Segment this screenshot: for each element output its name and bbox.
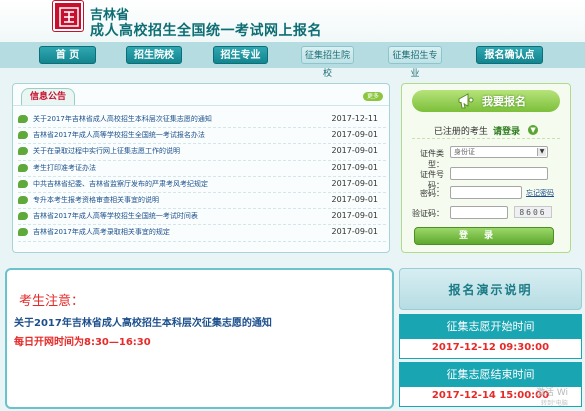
notice-box: 考生注意： 关于2017年吉林省成人高校招生本科层次征集志愿的通知 每日开网时间… [5, 268, 394, 409]
list-item: 吉林省2017年成人高等学校招生全国统一考试报名办法 2017-09-01 [18, 128, 386, 145]
nav-home[interactable]: 首 页 [39, 46, 96, 64]
id-type-select[interactable]: 身份证 ▼ [450, 146, 548, 158]
announcement-date: 2017-12-11 [331, 114, 379, 123]
speech-bubble-icon [18, 131, 28, 140]
announcement-tab[interactable]: 信息公告 [21, 88, 75, 105]
site-title: 成人高校招生全国统一考试网上报名 [90, 23, 322, 39]
id-type-value: 身份证 [454, 148, 475, 156]
register-panel: 我要报名 已注册的考生 请登录 ▼ 证件类型： 身份证 ▼ 证件号码： 密码： … [401, 83, 571, 253]
nav-majors[interactable]: 招生专业 [213, 46, 268, 64]
nav-supplementary-institutions[interactable]: 征集招生院校 [301, 46, 354, 79]
announcement-date: 2017-09-01 [331, 146, 379, 156]
nav-supplementary-majors[interactable]: 征集招生专业 [388, 46, 442, 79]
announcement-header: 信息公告 更多 [13, 84, 389, 106]
announcement-link[interactable]: 专升本考生报考资格审查相关事宜的说明 [33, 195, 159, 205]
demo-button[interactable]: 报名演示说明 [399, 268, 582, 310]
start-time-box: 征集志愿开始时间 2017-12-12 09:30:00 [399, 314, 582, 359]
list-item: 专升本考生报考资格审查相关事宜的说明 2017-09-01 [18, 193, 386, 210]
more-button[interactable]: 更多 [363, 92, 383, 101]
notice-link[interactable]: 关于2017年吉林省成人高校招生本科层次征集志愿的通知 [14, 314, 272, 329]
list-item: 吉林省2017年成人高等学校招生全国统一考试时间表 2017-09-01 [18, 209, 386, 226]
forgot-password-link[interactable]: 忘记密码 [526, 188, 554, 198]
announcement-date: 2017-09-01 [331, 194, 379, 204]
notice-hours: 每日开网时间为8:30—16:30 [14, 337, 151, 348]
chevron-down-icon: ▼ [537, 148, 546, 156]
register-banner-label: 我要报名 [482, 95, 526, 108]
list-item: 吉林省2017年成人高考录取相关事宜的规定 2017-09-01 [18, 225, 386, 242]
captcha-input[interactable] [450, 206, 508, 219]
id-type-label: 证件类型： [420, 149, 444, 169]
captcha-label: 验证码： [412, 209, 444, 218]
login-prompt-row: 已注册的考生 请登录 ▼ [402, 119, 570, 137]
activation-watermark-sub: 转到"电脑 [541, 400, 568, 407]
captcha-image[interactable]: 8606 [514, 206, 552, 218]
id-number-input[interactable] [450, 167, 548, 180]
list-item: 考生打印准考证办法 2017-09-01 [18, 161, 386, 177]
password-label: 密码： [420, 189, 444, 198]
announcement-link[interactable]: 吉林省2017年成人高等学校招生全国统一考试时间表 [33, 211, 198, 221]
arrow-down-icon: ▼ [528, 124, 539, 135]
announcement-link[interactable]: 关于在录取过程中实行网上征集志愿工作的说明 [33, 146, 180, 156]
announcement-date: 2017-09-01 [331, 227, 379, 237]
speech-bubble-icon [18, 195, 28, 204]
login-button[interactable]: 登录 [414, 227, 554, 245]
announcement-link[interactable]: 吉林省2017年成人高考录取相关事宜的规定 [33, 227, 170, 237]
page-header: 吉林省 成人高校招生全国统一考试网上报名 [0, 0, 585, 42]
demo-label: 报名演示说明 [448, 283, 533, 297]
notice-title: 考生注意： [19, 294, 85, 309]
nav-institutions[interactable]: 招生院校 [126, 46, 182, 64]
nav-confirmation-points[interactable]: 报名确认点 [476, 46, 543, 64]
speech-bubble-icon [18, 212, 28, 221]
announcement-panel: 信息公告 更多 关于2017年吉林省成人高校招生本科层次征集志愿的通知 2017… [12, 83, 390, 253]
start-time-value: 2017-12-12 09:30:00 [431, 342, 550, 353]
login-link[interactable]: 请登录 [493, 127, 520, 137]
end-time-label: 征集志愿结束时间 [400, 363, 581, 387]
register-banner[interactable]: 我要报名 [412, 90, 560, 112]
divider [412, 138, 560, 139]
password-input[interactable] [450, 186, 522, 199]
start-time-label: 征集志愿开始时间 [400, 315, 581, 339]
speech-bubble-icon [18, 228, 28, 237]
speech-bubble-icon [18, 163, 28, 172]
announcement-list: 关于2017年吉林省成人高校招生本科层次征集志愿的通知 2017-12-11 吉… [18, 112, 386, 242]
speech-bubble-icon [18, 179, 28, 188]
main-nav: 首 页 招生院校 招生专业 征集招生院校 征集招生专业 报名确认点 [0, 42, 585, 79]
school-seal-icon [53, 1, 83, 31]
speech-bubble-icon [18, 115, 28, 123]
megaphone-icon [458, 93, 474, 109]
list-item: 关于在录取过程中实行网上征集志愿工作的说明 2017-09-01 [18, 144, 386, 161]
announcement-date: 2017-09-01 [331, 211, 379, 221]
speech-bubble-icon [18, 147, 28, 156]
announcement-date: 2017-09-01 [331, 130, 379, 140]
announcement-date: 2017-09-01 [331, 162, 379, 172]
login-prompt: 已注册的考生 [433, 127, 488, 137]
announcement-link[interactable]: 关于2017年吉林省成人高校招生本科层次征集志愿的通知 [33, 114, 212, 124]
announcement-link[interactable]: 吉林省2017年成人高等学校招生全国统一考试报名办法 [33, 130, 205, 140]
activation-watermark: 激活 Wi [536, 388, 569, 398]
announcement-link[interactable]: 中共吉林省纪委、吉林省监察厅发布的严肃考风考纪规定 [33, 179, 208, 189]
announcement-link[interactable]: 考生打印准考证办法 [33, 163, 96, 173]
list-item: 中共吉林省纪委、吉林省监察厅发布的严肃考风考纪规定 2017-09-01 [18, 177, 386, 193]
announcement-date: 2017-09-01 [331, 178, 379, 188]
list-item: 关于2017年吉林省成人高校招生本科层次征集志愿的通知 2017-12-11 [18, 112, 386, 129]
